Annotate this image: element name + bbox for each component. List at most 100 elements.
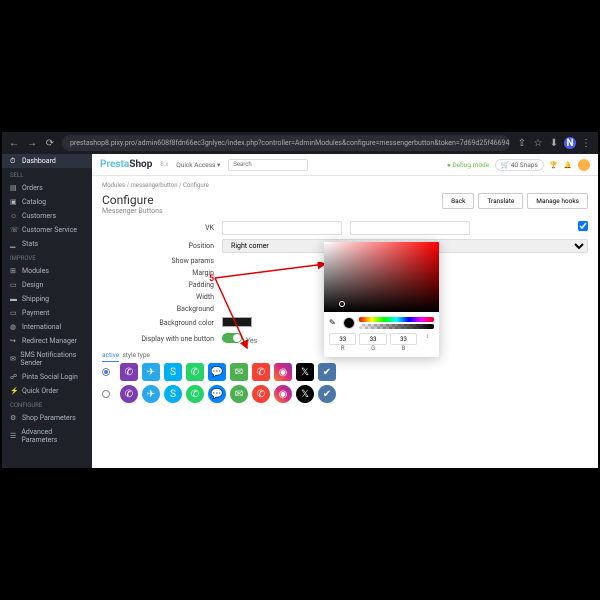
r-label: R: [329, 345, 356, 352]
label-width: Width: [102, 293, 222, 301]
sidebar-item-catalog[interactable]: ▣Catalog: [2, 195, 92, 209]
background-color-swatch[interactable]: [222, 317, 252, 327]
user-icon: ☺: [10, 212, 18, 220]
label-vk: VK: [102, 224, 222, 232]
sidebar-item-shop-parameters[interactable]: ⚙Shop Parameters: [2, 411, 92, 425]
hue-slider[interactable]: [359, 317, 434, 322]
download-icon[interactable]: ⬇: [548, 137, 560, 149]
eyedropper-icon[interactable]: ✎: [329, 318, 339, 328]
label-show-params: Show params: [102, 257, 222, 265]
sidebar-item-modules[interactable]: ⊞Modules: [2, 264, 92, 278]
trophy-icon[interactable]: 🏆: [550, 161, 558, 169]
sidebar-item-customer-service[interactable]: ☏Customer Service: [2, 223, 92, 237]
sidebar-item-shipping[interactable]: ▬Shipping: [2, 292, 92, 306]
sms-icon: ✉: [10, 355, 16, 363]
bolt-icon: ⚡: [10, 387, 18, 395]
label-position: Position: [102, 242, 222, 250]
card-icon: ▭: [10, 309, 18, 317]
color-picker-saturation[interactable]: [324, 242, 439, 312]
style-radio-2[interactable]: [102, 390, 110, 398]
sidebar-item-customers[interactable]: ☺Customers: [2, 209, 92, 223]
sidebar-group-sell: SELL: [2, 168, 92, 181]
sidebar-item-orders[interactable]: ▤Orders: [2, 181, 92, 195]
g-input[interactable]: [359, 333, 386, 345]
sidebar-item-advanced[interactable]: ☰Advanced Parameters: [2, 425, 92, 447]
style-radio-1[interactable]: [102, 368, 110, 376]
breadcrumb: Modules / messengerbutton / Configure: [102, 182, 588, 189]
forward-icon[interactable]: →: [26, 137, 38, 149]
avatar[interactable]: [578, 159, 590, 171]
label-margin: Margin: [102, 269, 222, 277]
quick-access-dropdown[interactable]: Quick Access ▾: [176, 161, 220, 169]
menu-icon[interactable]: ⋮: [580, 137, 592, 149]
share-icon[interactable]: ⇧: [516, 137, 528, 149]
search-input[interactable]: [228, 159, 308, 171]
b-label: B: [390, 345, 417, 352]
sidebar-item-dashboard[interactable]: ⏱Dashboard: [2, 154, 92, 168]
b-input[interactable]: [390, 333, 417, 345]
star-icon[interactable]: ☆: [532, 137, 544, 149]
phone-icon: ✆: [252, 363, 270, 381]
browser-url-bar: ← → ⟳ prestashop8.pixy.pro/admin608f8fdn…: [2, 132, 598, 154]
label-padding: Padding: [102, 281, 222, 289]
sidebar-item-redirect[interactable]: ↪Redirect Manager: [2, 334, 92, 348]
tab-style-type[interactable]: style type: [122, 351, 150, 359]
instagram-icon: ◉: [274, 363, 292, 381]
manage-hooks-button[interactable]: Manage hooks: [527, 193, 588, 209]
sidebar-item-sms[interactable]: ✉SMS Notifications Sender: [2, 348, 92, 370]
back-icon[interactable]: ←: [8, 137, 20, 149]
instagram-icon: ◉: [274, 385, 292, 403]
viber-icon: ✆: [120, 385, 138, 403]
annotation-number-5: 5: [209, 274, 214, 284]
puzzle-icon: ⊞: [10, 267, 18, 275]
telegram-icon: ✈: [142, 385, 160, 403]
display-one-toggle[interactable]: [222, 333, 242, 343]
g-label: G: [359, 345, 386, 352]
reload-icon[interactable]: ⟳: [44, 137, 56, 149]
cart-icon: ▤: [10, 184, 18, 192]
vk-input-1[interactable]: [222, 221, 342, 235]
page-title: Configure: [102, 193, 163, 207]
color-mode-toggle[interactable]: ↕: [420, 333, 434, 345]
sidebar-item-stats[interactable]: ▁Stats: [2, 237, 92, 251]
toggle-yes-label: Yes: [246, 337, 257, 345]
redirect-icon: ↪: [10, 337, 18, 345]
mail-icon: ✉: [230, 385, 248, 403]
r-input[interactable]: [329, 333, 356, 345]
sidebar-item-social[interactable]: ☍Pinta Social Login: [2, 370, 92, 384]
vk-input-2[interactable]: [350, 221, 470, 235]
skype-icon: S: [164, 385, 182, 403]
screen-icon: ▭: [10, 281, 18, 289]
sidebar-item-international[interactable]: ◍International: [2, 320, 92, 334]
sidebar-item-design[interactable]: ▭Design: [2, 278, 92, 292]
whatsapp-icon: ✆: [186, 363, 204, 381]
sliders-icon: ☰: [10, 432, 17, 440]
vk-checkbox[interactable]: [578, 221, 588, 231]
headset-icon: ☏: [10, 226, 18, 234]
url-input[interactable]: prestashop8.pixy.pro/admin608f8fdn66ec3g…: [62, 135, 510, 151]
sidebar-item-payment[interactable]: ▭Payment: [2, 306, 92, 320]
alpha-slider[interactable]: [359, 324, 434, 329]
skype-icon: S: [164, 363, 182, 381]
mail-icon: ✉: [230, 363, 248, 381]
vk-icon: ✔: [318, 385, 336, 403]
truck-icon: ▬: [10, 295, 18, 303]
social-icon: ☍: [10, 373, 18, 381]
sidebar-group-improve: IMPROVE: [2, 251, 92, 264]
back-button[interactable]: Back: [442, 193, 474, 209]
sidebar-item-quick-order[interactable]: ⚡Quick Order: [2, 384, 92, 398]
app-topbar: PrestaShop 8.x Quick Access ▾ ● Debug mo…: [92, 154, 598, 176]
bell-icon[interactable]: 🔔: [564, 161, 572, 169]
label-background: Background: [102, 305, 222, 313]
label-background-color: Background color: [102, 319, 222, 327]
snaps-button[interactable]: 🛒 40 Snaps: [495, 159, 544, 171]
tab-active[interactable]: active: [102, 351, 119, 362]
translate-button[interactable]: Translate: [478, 193, 523, 209]
debug-mode-badge[interactable]: ● Debug mode: [447, 161, 489, 169]
version-label: 8.x: [160, 161, 168, 168]
book-icon: ▣: [10, 198, 18, 206]
color-picker-popover[interactable]: ✎ R G B ↕: [324, 242, 439, 357]
gear-icon: ⚙: [10, 414, 18, 422]
sv-cursor-icon[interactable]: [339, 301, 345, 307]
profile-badge[interactable]: N: [564, 137, 576, 149]
